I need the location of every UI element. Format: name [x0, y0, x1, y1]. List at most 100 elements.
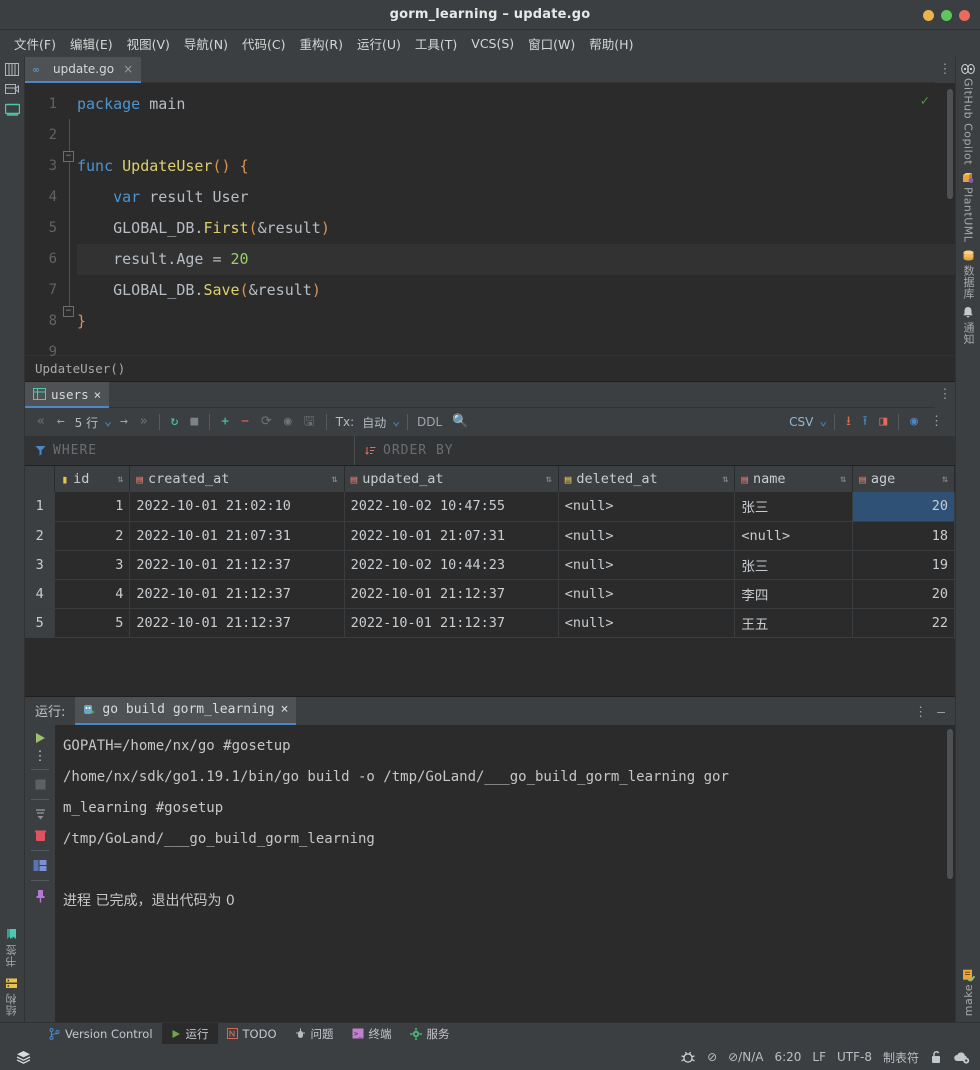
add-row-button[interactable]: +	[215, 408, 235, 436]
sidebar-item-github-copilot[interactable]: GitHub Copilot	[961, 63, 975, 165]
sort-toggle-icon[interactable]: ⇅	[942, 474, 948, 485]
delete-row-button[interactable]: −	[235, 408, 255, 436]
export-icon[interactable]: ⭳	[840, 408, 857, 436]
cell-id[interactable]: 1	[54, 492, 131, 522]
cell-updated-at[interactable]: 2022-10-01 21:12:37	[344, 608, 559, 638]
sidebar-item-make[interactable]: make	[962, 968, 975, 1016]
result-grid[interactable]: ▮ id ⇅ ▤ created_at ⇅ ▤ updated_at ⇅ ▤ deleted_…	[25, 466, 955, 696]
menu-refactor[interactable]: 重构(R)	[294, 31, 349, 56]
code-area[interactable]: 1 2 3 4 5 6 7 8 9 − − package main func …	[25, 83, 955, 360]
cell-created-at[interactable]: 2022-10-01 21:12:37	[129, 608, 345, 638]
cell-age[interactable]: 22	[852, 608, 955, 638]
cloud-icon[interactable]	[953, 1050, 970, 1064]
fold-collapse-icon[interactable]: −	[63, 151, 74, 162]
next-page-button[interactable]: →	[114, 408, 134, 436]
cell-deleted-at[interactable]: <null>	[558, 521, 736, 551]
tool-window-problems[interactable]: 问题	[286, 1023, 343, 1045]
caret-position[interactable]: 6:20	[774, 1050, 801, 1064]
layout-icon[interactable]	[33, 859, 47, 872]
cell-created-at[interactable]: 2022-10-01 21:02:10	[129, 492, 345, 522]
menu-tools[interactable]: 工具(T)	[409, 31, 463, 56]
run-configuration-tab[interactable]: go build gorm_learning ×	[75, 696, 297, 725]
cell-name[interactable]: 张三	[734, 550, 854, 580]
sidebar-item-bookmarks[interactable]: 书签	[4, 928, 20, 967]
column-header-id[interactable]: ▮ id ⇅	[54, 466, 131, 492]
minimize-button[interactable]	[923, 9, 934, 21]
eye-icon[interactable]: ◉	[278, 408, 298, 436]
chevron-down-icon[interactable]: ⌄	[817, 408, 829, 436]
tool-window-terminal[interactable]: >_ 终端	[343, 1023, 401, 1045]
code-folding-gutter[interactable]: − −	[63, 83, 77, 355]
commit-icon[interactable]	[5, 83, 19, 96]
memory-indicator[interactable]: ⊘/N/A	[728, 1050, 763, 1064]
menu-navigate[interactable]: 导航(N)	[178, 31, 234, 56]
close-icon[interactable]: ×	[123, 62, 133, 76]
cell-deleted-at[interactable]: <null>	[558, 579, 736, 609]
sort-toggle-icon[interactable]: ⇅	[332, 474, 338, 485]
table-row[interactable]: 5 5 2022-10-01 21:12:37 2022-10-01 21:12:37…	[25, 608, 955, 638]
cell-created-at[interactable]: 2022-10-01 21:12:37	[129, 579, 345, 609]
menu-edit[interactable]: 编辑(E)	[64, 31, 119, 56]
scroll-to-end-icon[interactable]	[34, 808, 47, 821]
stop-icon[interactable]: ■	[184, 408, 204, 436]
table-row[interactable]: 3 3 2022-10-01 21:12:37 2022-10-02 10:44:23…	[25, 550, 955, 580]
menu-run[interactable]: 运行(U)	[351, 31, 407, 56]
fold-end-icon[interactable]: −	[63, 306, 74, 317]
close-icon[interactable]: ×	[281, 702, 289, 717]
table-row[interactable]: 1 1 2022-10-01 21:02:10 2022-10-02 10:47:55…	[25, 492, 955, 522]
menu-view[interactable]: 视图(V)	[121, 31, 176, 56]
rerun-icon[interactable]	[33, 731, 47, 745]
run-options-icon[interactable]: ⋮	[914, 705, 927, 720]
search-icon[interactable]: 🔍	[446, 408, 474, 436]
order-by-filter[interactable]: ORDER BY	[355, 436, 464, 465]
menu-window[interactable]: 窗口(W)	[522, 31, 581, 56]
chevron-down-icon[interactable]: ⌄	[390, 408, 402, 436]
inspection-status-icon[interactable]: ✓	[921, 93, 929, 109]
cell-created-at[interactable]: 2022-10-01 21:12:37	[129, 550, 345, 580]
first-page-button[interactable]: «	[31, 408, 51, 436]
minimize-panel-icon[interactable]: —	[937, 705, 945, 720]
editor-options-icon[interactable]: ⋮	[935, 57, 955, 83]
trash-icon[interactable]	[34, 829, 47, 842]
compare-icon[interactable]: ◨	[873, 408, 893, 436]
database-options-icon[interactable]: ⋮	[935, 382, 955, 408]
menu-help[interactable]: 帮助(H)	[583, 31, 639, 56]
stop-icon[interactable]	[34, 778, 47, 791]
sidebar-item-notifications[interactable]: 通知	[960, 306, 976, 345]
cell-id[interactable]: 2	[54, 521, 131, 551]
bug-icon[interactable]	[680, 1050, 696, 1064]
sort-toggle-icon[interactable]: ⇅	[117, 474, 123, 485]
maximize-button[interactable]	[941, 9, 952, 21]
cell-age[interactable]: 20	[852, 492, 955, 522]
row-count-label[interactable]: 5 行	[71, 414, 102, 431]
refresh-icon[interactable]: ↻	[165, 408, 185, 436]
tool-window-version-control[interactable]: Version Control	[40, 1023, 162, 1045]
cell-id[interactable]: 4	[54, 579, 131, 609]
sort-toggle-icon[interactable]: ⇅	[722, 474, 728, 485]
line-separator[interactable]: LF	[812, 1050, 826, 1064]
last-page-button[interactable]: »	[134, 408, 154, 436]
cell-created-at[interactable]: 2022-10-01 21:07:31	[129, 521, 345, 551]
editor-scrollbar[interactable]	[947, 89, 953, 199]
console-scrollbar[interactable]	[947, 728, 953, 879]
database-tab-users[interactable]: users ×	[25, 382, 110, 408]
more-icon[interactable]: ⋮	[34, 750, 47, 763]
editor-tab-update-go[interactable]: ∞ update.go ×	[25, 57, 142, 83]
chevron-down-icon[interactable]: ⌄	[102, 408, 114, 436]
cell-name[interactable]: 李四	[734, 579, 854, 609]
tool-window-run[interactable]: 运行	[161, 1022, 218, 1045]
ddl-button[interactable]: DDL	[413, 415, 446, 429]
project-icon[interactable]	[5, 63, 19, 76]
source-code[interactable]: package main func UpdateUser() { var res…	[77, 83, 955, 355]
table-row[interactable]: 2 2 2022-10-01 21:07:31 2022-10-01 21:07:31…	[25, 521, 955, 551]
cell-name[interactable]: 张三	[734, 492, 854, 522]
cell-name[interactable]: <null>	[734, 521, 854, 551]
save-icon[interactable]: 🖫	[298, 408, 321, 436]
console-output[interactable]: GOPATH=/home/nx/go #gosetup/home/nx/sdk/…	[55, 724, 955, 1022]
cell-deleted-at[interactable]: <null>	[558, 550, 736, 580]
window-controls[interactable]	[923, 0, 970, 30]
menu-code[interactable]: 代码(C)	[236, 31, 291, 56]
breadcrumb[interactable]: UpdateUser()	[25, 355, 955, 381]
cell-updated-at[interactable]: 2022-10-01 21:07:31	[344, 521, 559, 551]
sidebar-item-structure[interactable]: 结构	[4, 977, 20, 1016]
